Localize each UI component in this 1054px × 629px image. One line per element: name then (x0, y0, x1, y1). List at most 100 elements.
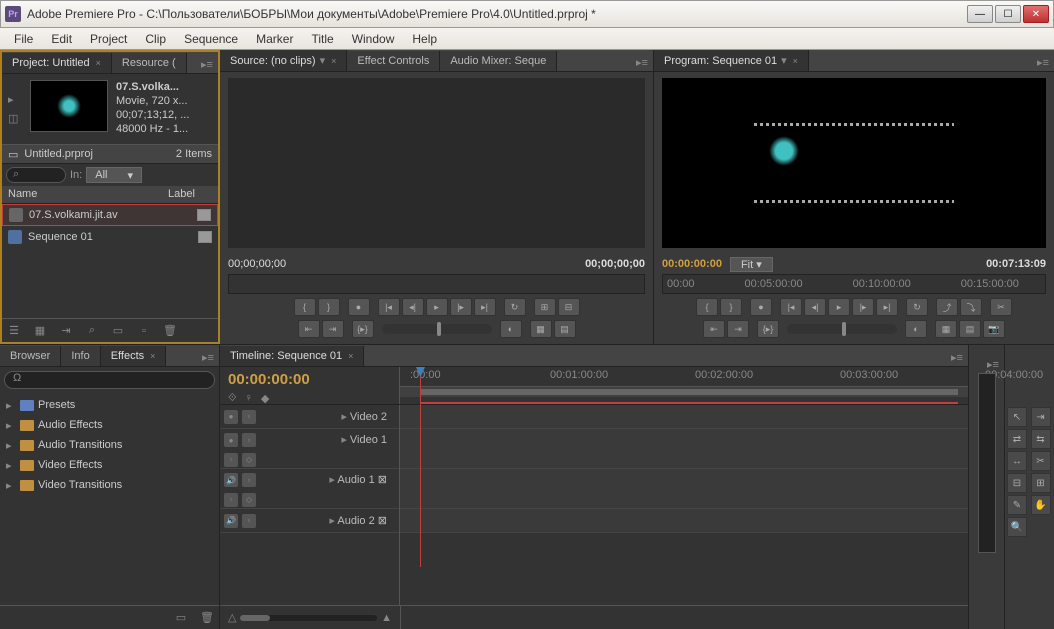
safe-margins-button[interactable]: ▦ (935, 320, 957, 338)
zoom-out-icon[interactable]: △ (228, 611, 236, 624)
close-icon[interactable]: × (793, 56, 798, 66)
playhead[interactable] (420, 367, 421, 567)
set-in-button[interactable]: { (294, 298, 316, 316)
list-view-icon[interactable]: ☰ (6, 324, 22, 337)
speaker-icon[interactable]: 🔊 (224, 473, 238, 487)
zoom-tool[interactable]: 🔍 (1007, 517, 1027, 537)
encore-icon[interactable]: ◆ (261, 392, 269, 405)
menu-title[interactable]: Title (303, 30, 341, 48)
set-in-button[interactable]: { (696, 298, 718, 316)
set-out-button[interactable]: } (318, 298, 340, 316)
step-back-button[interactable]: ◂| (402, 298, 424, 316)
play-button[interactable]: ▸ (426, 298, 448, 316)
tab-browser[interactable]: Browser (0, 346, 61, 366)
program-ruler[interactable]: 00:00 00:05:00:00 00:10:00:00 00:15:00:0… (662, 274, 1046, 294)
play-inout-button[interactable]: {▸} (352, 320, 374, 338)
slip-tool[interactable]: ⊟ (1007, 473, 1027, 493)
track-header-audio2[interactable]: 🔊▫ Audio 2 ⊠ (220, 509, 399, 533)
set-out-button[interactable]: } (720, 298, 742, 316)
delete-icon[interactable]: 🗑 (162, 324, 178, 337)
tab-audio-mixer[interactable]: Audio Mixer: Seque (440, 51, 557, 71)
step-fwd-button[interactable]: |▸ (852, 298, 874, 316)
minimize-button[interactable]: — (967, 5, 993, 23)
clip-thumbnail[interactable] (30, 80, 108, 132)
work-area-bar[interactable] (420, 389, 958, 395)
effects-folder-video-effects[interactable]: ▸Video Effects (0, 455, 219, 475)
extract-button[interactable]: ⤵ (960, 298, 982, 316)
menu-sequence[interactable]: Sequence (176, 30, 246, 48)
effects-folder-audio-transitions[interactable]: ▸Audio Transitions (0, 435, 219, 455)
new-bin-icon[interactable]: ▭ (173, 611, 189, 624)
overlay-button[interactable]: ⊟ (558, 298, 580, 316)
rate-stretch-tool[interactable]: ↔ (1007, 451, 1027, 471)
track-header-video1[interactable]: ●▫ Video 1 ▫◇ (220, 429, 399, 469)
zoom-fit-dropdown[interactable]: Fit ▾ (730, 257, 773, 272)
track-select-tool[interactable]: ⇥ (1031, 407, 1051, 427)
tab-effect-controls[interactable]: Effect Controls (347, 51, 440, 71)
tab-program[interactable]: Program: Sequence 01▾× (654, 50, 809, 71)
source-monitor[interactable] (228, 78, 645, 248)
lock-icon[interactable]: ▫ (242, 410, 256, 424)
new-bin-icon[interactable]: ▭ (110, 324, 126, 337)
item-label-swatch[interactable] (198, 231, 212, 243)
keyframe-icon[interactable]: ◇ (242, 453, 256, 467)
jog-wheel[interactable]: ◐ (500, 320, 522, 338)
tab-info[interactable]: Info (61, 346, 100, 366)
in-filter-dropdown[interactable]: All ▾ (86, 167, 142, 183)
close-icon[interactable]: × (96, 58, 101, 68)
effects-search-input[interactable]: Ω (4, 371, 215, 389)
close-button[interactable]: ✕ (1023, 5, 1049, 23)
project-item[interactable]: Sequence 01 (2, 226, 218, 248)
shuttle-slider[interactable] (787, 324, 897, 334)
pen-tool[interactable]: ✎ (1007, 495, 1027, 515)
next-edit-button[interactable]: ⇥ (727, 320, 749, 338)
eye-icon[interactable]: ● (224, 433, 238, 447)
automate-icon[interactable]: ⇥ (58, 324, 74, 337)
keyframe-icon[interactable]: ◇ (242, 493, 256, 507)
track-header-audio1[interactable]: 🔊▫ Audio 1 ⊠ ▫◇ (220, 469, 399, 509)
timeline-tracks-area[interactable] (400, 405, 968, 605)
play-button[interactable]: ▸ (828, 298, 850, 316)
slide-tool[interactable]: ⊞ (1031, 473, 1051, 493)
bin-icon[interactable]: ▭ (8, 148, 18, 161)
program-monitor[interactable] (662, 78, 1046, 248)
ripple-tool[interactable]: ⇄ (1007, 429, 1027, 449)
eye-icon[interactable]: ● (224, 410, 238, 424)
output-button[interactable]: ▤ (554, 320, 576, 338)
icon-view-icon[interactable]: ▦ (32, 324, 48, 337)
search-input[interactable]: ⌕ (6, 167, 66, 183)
rolling-tool[interactable]: ⇆ (1031, 429, 1051, 449)
menu-window[interactable]: Window (344, 30, 403, 48)
panel-menu-icon[interactable]: ▸≡ (199, 348, 217, 366)
loop-button[interactable]: ↻ (504, 298, 526, 316)
close-icon[interactable]: × (331, 56, 336, 66)
timeline-timecode[interactable]: 00:00:00:00 (228, 371, 391, 388)
source-ruler[interactable] (228, 274, 645, 294)
col-name[interactable]: Name (2, 186, 162, 203)
panel-menu-icon[interactable]: ▸≡ (948, 348, 966, 366)
menu-file[interactable]: File (6, 30, 41, 48)
project-item[interactable]: 07.S.volkami.jit.av (2, 204, 218, 226)
tab-resource-central[interactable]: Resource ( (112, 53, 187, 73)
tab-source[interactable]: Source: (no clips)▾× (220, 50, 347, 71)
marker-button[interactable]: ● (750, 298, 772, 316)
marker-button[interactable]: ● (348, 298, 370, 316)
prev-edit-button[interactable]: ⇤ (703, 320, 725, 338)
goto-in-button[interactable]: |◂ (780, 298, 802, 316)
track-header-video2[interactable]: ●▫ Video 2 (220, 405, 399, 429)
menu-marker[interactable]: Marker (248, 30, 301, 48)
panel-menu-icon[interactable]: ▸≡ (1034, 53, 1052, 71)
lock-icon[interactable]: ▫ (242, 473, 256, 487)
marker-icon[interactable]: ♀ (245, 392, 253, 405)
tab-timeline[interactable]: Timeline: Sequence 01× (220, 346, 364, 366)
razor-tool[interactable]: ✂ (1031, 451, 1051, 471)
play-inout-button[interactable]: {▸} (757, 320, 779, 338)
menu-clip[interactable]: Clip (137, 30, 174, 48)
panel-menu-icon[interactable]: ▸≡ (198, 55, 216, 73)
tab-project[interactable]: Project: Untitled× (2, 53, 112, 73)
goto-out-button[interactable]: ▸| (876, 298, 898, 316)
next-edit-button[interactable]: ⇥ (322, 320, 344, 338)
col-label[interactable]: Label (162, 186, 201, 203)
selection-tool[interactable]: ↖ (1007, 407, 1027, 427)
menu-project[interactable]: Project (82, 30, 135, 48)
